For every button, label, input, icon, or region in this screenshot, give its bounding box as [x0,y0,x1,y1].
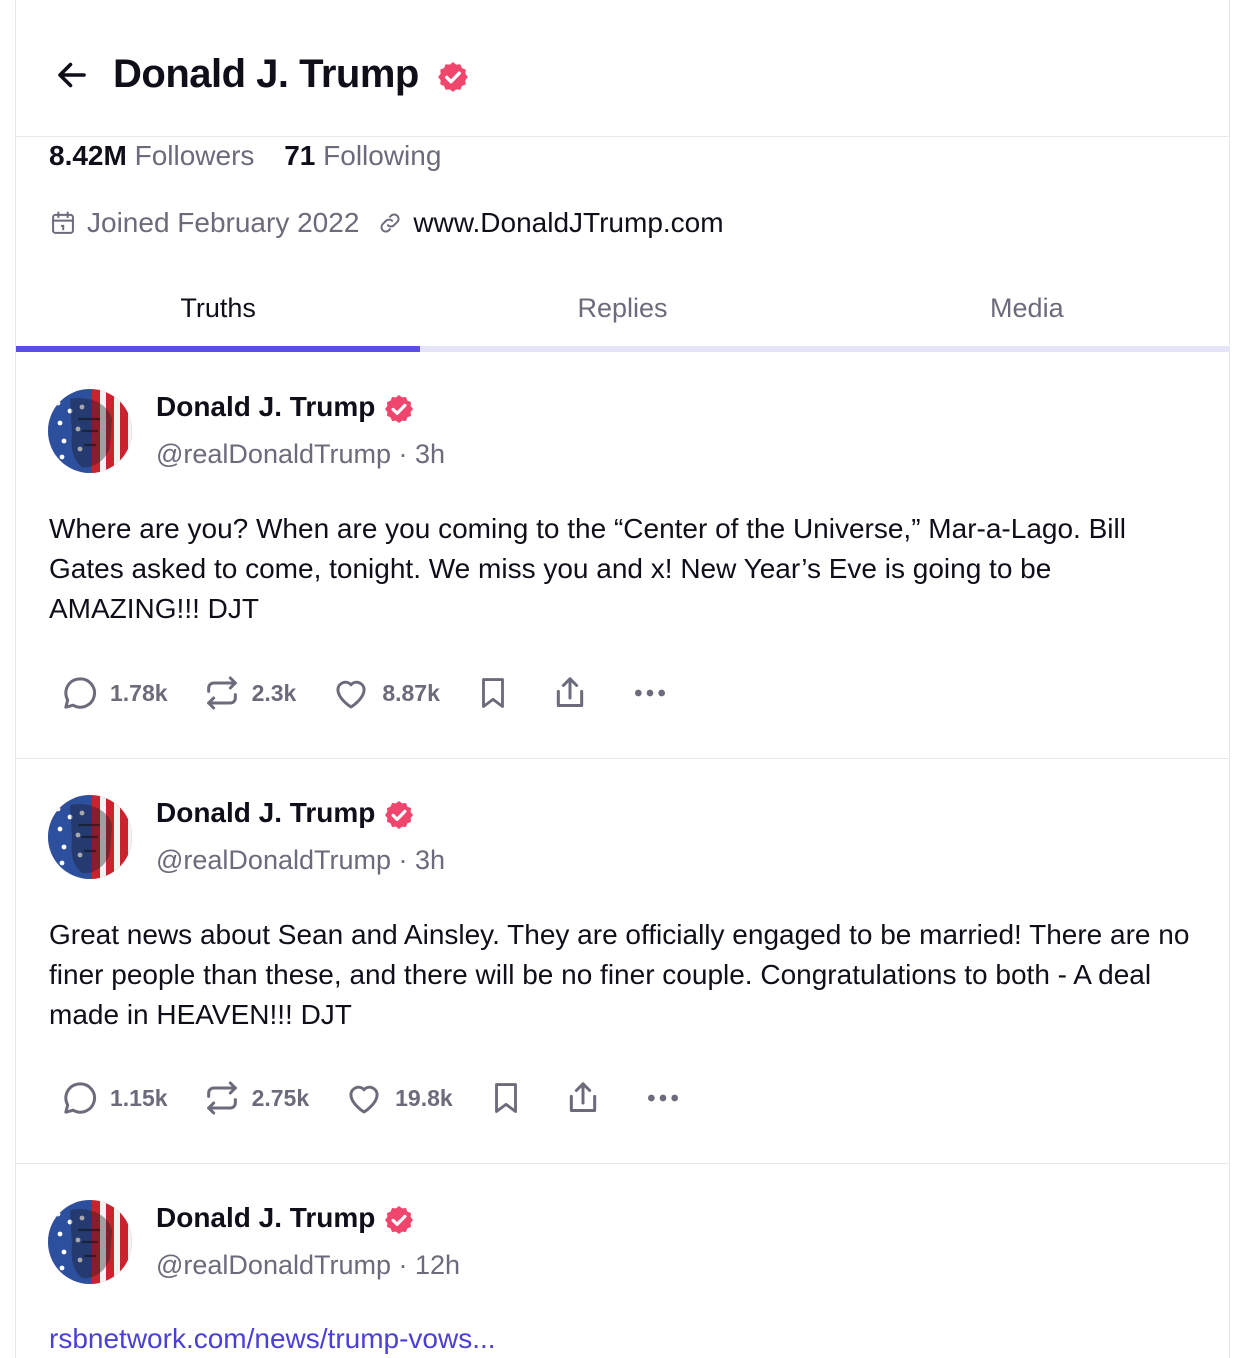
reply-button[interactable]: 1.78k [60,673,168,713]
like-button[interactable]: 19.8k [343,1077,453,1119]
more-button[interactable] [630,673,670,713]
tab-label: Media [990,293,1064,323]
retruth-icon [206,1081,237,1115]
share-button[interactable] [563,1078,603,1118]
tab-label: Truths [180,293,256,323]
profile-header: Donald J. Trump [16,0,1229,137]
reply-count: 1.15k [110,1084,168,1111]
tab-media[interactable]: Media [824,280,1229,352]
post-actions: 1.15k 2.75k 19.8k [60,1076,683,1120]
more-button[interactable] [643,1078,683,1118]
tab-truths[interactable]: Truths [16,280,421,352]
post[interactable]: Donald J. Trump @realDonaldTrump · 12h r… [16,1164,1229,1358]
heart-icon [336,680,366,709]
post[interactable]: Donald J. Trump @realDonaldTrump · 3h Gr… [16,759,1229,1164]
website-link[interactable]: www.DonaldJTrump.com [413,207,723,239]
post-actions: 1.78k 2.3k 8.87k [60,671,670,715]
bookmark-button[interactable] [474,673,512,713]
avatar[interactable] [48,1200,132,1284]
share-button[interactable] [550,673,590,713]
bookmark-icon [481,678,504,708]
followers-count[interactable]: 8.42M [49,140,127,171]
reply-button[interactable]: 1.15k [60,1078,168,1118]
post-handle-time[interactable]: @realDonaldTrump · 3h [156,439,445,470]
arrow-left-icon [58,62,86,88]
avatar[interactable] [48,795,132,879]
retruth-icon [206,676,237,710]
verified-badge-icon [383,1204,415,1236]
retruth-count: 2.75k [251,1084,310,1111]
link-icon [380,213,400,233]
verified-badge-icon [383,799,415,831]
post-handle-time[interactable]: @realDonaldTrump · 3h [156,845,445,876]
bookmark-icon [494,1083,517,1113]
profile-page: Donald J. Trump 8.42M Followers 71 Follo… [15,0,1230,1358]
post-author[interactable]: Donald J. Trump [156,1202,375,1234]
reply-icon [64,1082,97,1114]
profile-tabs: Truths Replies Media [16,280,1229,352]
retruth-button[interactable]: 2.75k [202,1078,310,1118]
page-title: Donald J. Trump [113,52,419,96]
share-icon [569,1082,596,1112]
post-link[interactable]: rsbnetwork.com/news/trump-vows... [49,1323,496,1355]
following-label[interactable]: Following [323,140,441,171]
followers-label[interactable]: Followers [135,140,255,171]
like-count: 8.87k [382,679,440,706]
retruth-count: 2.3k [251,679,297,706]
calendar-icon [52,211,74,234]
post-author[interactable]: Donald J. Trump [156,391,375,423]
tab-replies[interactable]: Replies [420,280,825,352]
joined-date: Joined February 2022 [87,207,360,238]
following-count[interactable]: 71 [284,140,315,171]
like-button[interactable]: 8.87k [330,672,440,714]
post-author[interactable]: Donald J. Trump [156,797,375,829]
post[interactable]: Donald J. Trump @realDonaldTrump · 3h Wh… [16,352,1229,759]
verified-badge-icon [383,393,415,425]
post-handle-time[interactable]: @realDonaldTrump · 12h [156,1250,460,1281]
share-icon [556,677,584,707]
avatar[interactable] [48,389,132,473]
like-count: 19.8k [395,1084,453,1111]
more-icon [647,1094,678,1102]
reply-icon [64,677,97,709]
post-text: Where are you? When are you coming to th… [49,513,1126,624]
follow-stats: 8.42M Followers 71 Following [49,140,441,172]
more-icon [634,689,665,697]
post-text: Great news about Sean and Ainsley. They … [49,919,1190,1030]
heart-icon [349,1085,379,1114]
reply-count: 1.78k [110,679,168,706]
tab-label: Replies [577,293,668,323]
retruth-button[interactable]: 2.3k [202,673,297,713]
verified-badge-icon [436,60,470,94]
bookmark-button[interactable] [487,1078,525,1118]
back-button[interactable] [52,55,92,95]
profile-meta: Joined February 2022 www.DonaldJTrump.co… [49,205,724,241]
